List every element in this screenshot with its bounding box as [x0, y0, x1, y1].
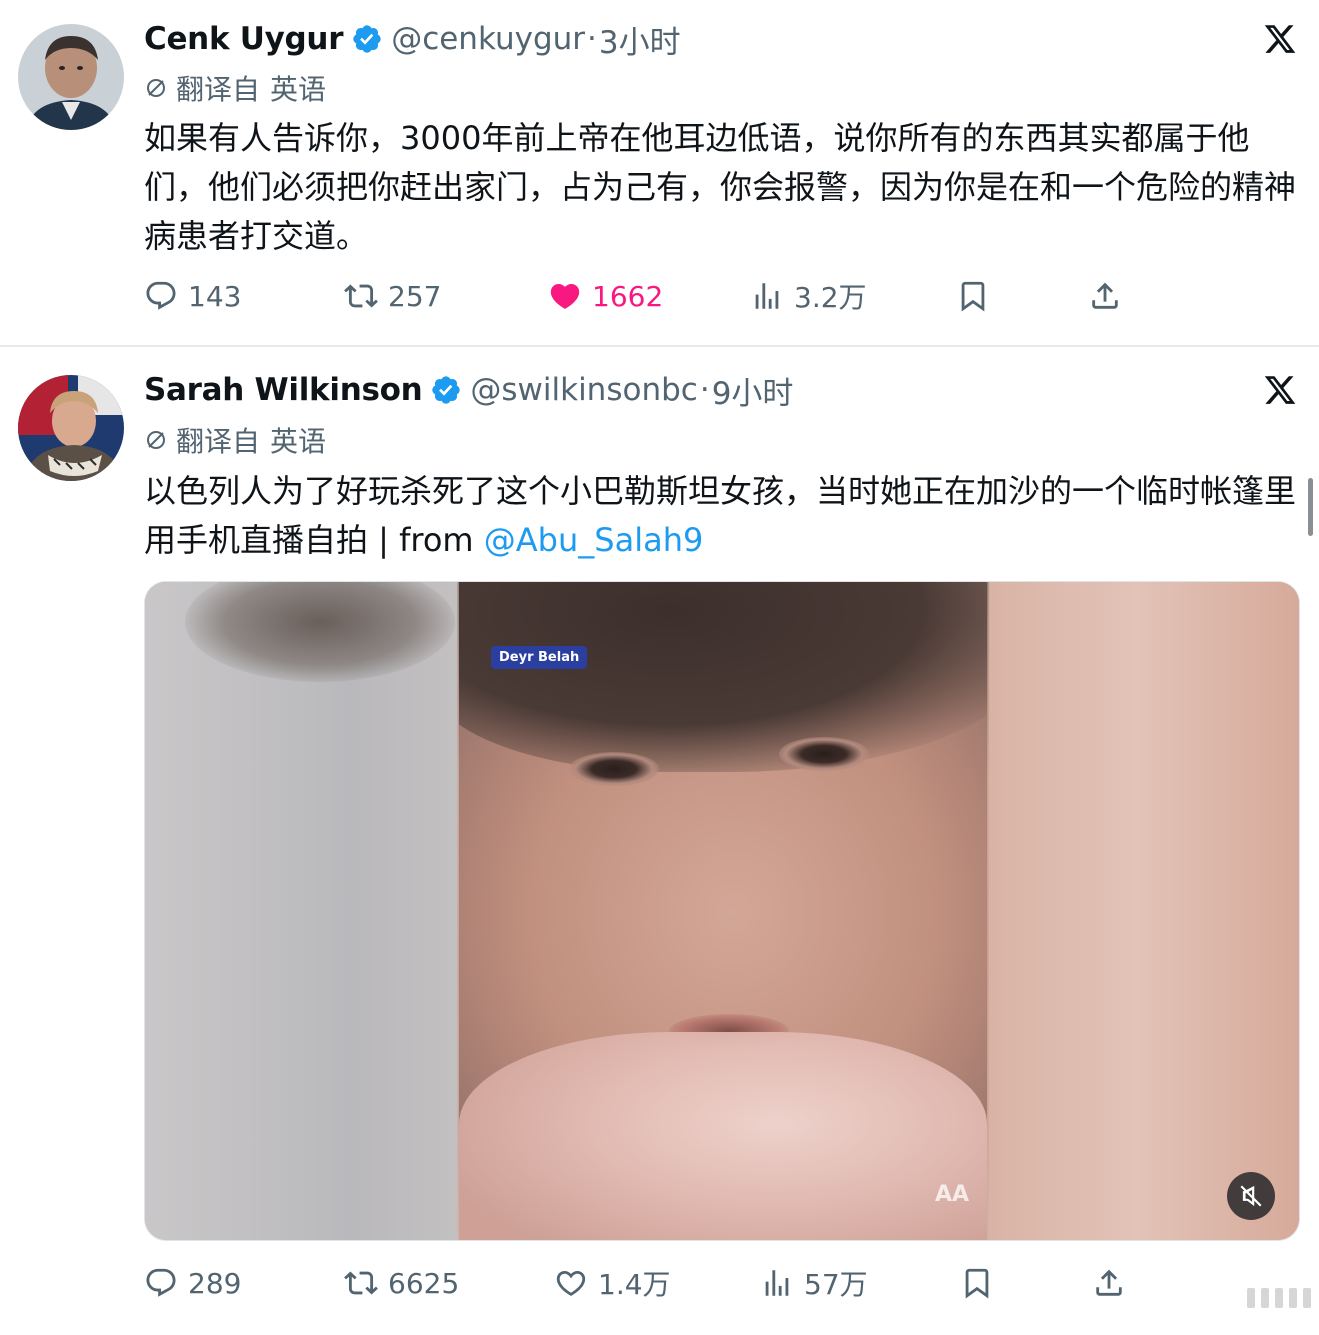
repost-icon	[344, 284, 378, 308]
translated-lang: 英语	[270, 73, 327, 106]
x-logo-icon	[1264, 25, 1296, 53]
timestamp[interactable]: 9小时	[712, 368, 794, 413]
views-icon	[765, 1270, 789, 1296]
verified-badge-icon	[432, 376, 461, 404]
location-tag: Deyr Belah	[491, 646, 588, 669]
repost-count: 257	[388, 279, 442, 313]
watermark-mark	[1289, 1288, 1297, 1308]
share-icon	[1092, 282, 1118, 309]
author-handle[interactable]: @cenkuygur	[391, 21, 585, 57]
tweet-header: Sarah Wilkinson @swilkinsonbc · 9小时	[144, 368, 794, 413]
scrollbar[interactable]	[1308, 478, 1313, 536]
like-count: 1662	[592, 279, 664, 313]
action-bar: 143 257 1662 3.2万	[144, 274, 1144, 318]
video-eye	[569, 752, 659, 786]
tweet-text: 如果有人告诉你，3000年前上帝在他耳边低语，说你所有的东西其实都属于他们，他们…	[144, 114, 1304, 261]
bookmark-button[interactable]	[956, 274, 1000, 318]
translated-from[interactable]: 翻译自 英语	[144, 70, 326, 106]
reply-count: 289	[188, 1266, 242, 1300]
tweet[interactable]: Cenk Uygur @cenkuygur · 3小时 翻译自 英语 如果有人告…	[0, 0, 1319, 345]
author-name[interactable]: Sarah Wilkinson	[144, 372, 423, 408]
mention-link[interactable]: @Abu_Salah9	[484, 521, 704, 559]
bookmark-button[interactable]	[960, 1261, 1004, 1305]
reply-button[interactable]: 143	[144, 274, 241, 318]
mute-icon	[1240, 1185, 1262, 1207]
separator-dot: ·	[699, 372, 710, 408]
watermark-logo	[1247, 1288, 1311, 1308]
share-button[interactable]	[1092, 1261, 1136, 1305]
video-watermark: AA	[935, 1182, 970, 1207]
repost-button[interactable]: 257	[344, 274, 441, 318]
tweet-text-content: 以色列人为了好玩杀死了这个小巴勒斯坦女孩，当时她正在加沙的一个临时帐篷里用手机直…	[144, 472, 1297, 559]
watermark-mark	[1261, 1288, 1269, 1308]
like-icon	[550, 283, 580, 309]
bookmark-icon	[961, 281, 985, 312]
avatar[interactable]	[18, 24, 124, 130]
author-handle[interactable]: @swilkinsonbc	[470, 372, 697, 408]
like-button[interactable]: 1.4万	[554, 1261, 671, 1305]
translate-icon	[147, 431, 165, 449]
author-name[interactable]: Cenk Uygur	[144, 21, 343, 57]
repost-count: 6625	[388, 1266, 460, 1300]
repost-icon	[344, 1271, 378, 1295]
video-hair	[459, 582, 987, 772]
share-button[interactable]	[1088, 274, 1132, 318]
video-eye	[779, 737, 869, 771]
video-player[interactable]: Deyr Belah AA	[144, 581, 1300, 1241]
views-button[interactable]: 3.2万	[750, 274, 867, 318]
translated-from[interactable]: 翻译自 英语	[144, 422, 326, 458]
video-hand	[459, 1032, 987, 1240]
avatar[interactable]	[18, 375, 124, 481]
bookmark-icon	[965, 1268, 989, 1299]
reply-button[interactable]: 289	[144, 1261, 241, 1305]
repost-button[interactable]: 6625	[344, 1261, 459, 1305]
reply-count: 143	[188, 279, 242, 313]
tweet-text-content: 如果有人告诉你，3000年前上帝在他耳边低语，说你所有的东西其实都属于他们，他们…	[144, 119, 1297, 255]
views-button[interactable]: 57万	[760, 1261, 868, 1305]
views-icon	[755, 283, 779, 309]
share-icon	[1096, 1269, 1122, 1296]
translated-label: 翻译自	[176, 425, 261, 458]
like-button[interactable]: 1662	[548, 274, 663, 318]
tweet-header: Cenk Uygur @cenkuygur · 3小时	[144, 17, 681, 62]
tweet[interactable]: Sarah Wilkinson @swilkinsonbc · 9小时 翻译自 …	[0, 347, 1319, 1335]
views-count: 3.2万	[794, 281, 867, 314]
timestamp[interactable]: 3小时	[599, 17, 681, 62]
reply-icon	[146, 1268, 176, 1297]
mute-button[interactable]	[1227, 1172, 1275, 1220]
translate-icon	[147, 79, 165, 97]
separator-dot: ·	[587, 21, 597, 57]
like-count: 1.4万	[598, 1268, 671, 1301]
watermark-mark	[1303, 1288, 1311, 1308]
translated-label: 翻译自	[176, 73, 261, 106]
x-logo-icon	[1264, 376, 1296, 404]
views-count: 57万	[804, 1268, 868, 1301]
verified-badge-icon	[353, 25, 381, 53]
tweet-text: 以色列人为了好玩杀死了这个小巴勒斯坦女孩，当时她正在加沙的一个临时帐篷里用手机直…	[144, 467, 1304, 565]
reply-icon	[146, 281, 176, 310]
translated-lang: 英语	[270, 425, 327, 458]
video-center-frame	[459, 582, 987, 1240]
like-icon	[556, 1270, 586, 1296]
watermark-mark	[1247, 1288, 1255, 1308]
action-bar: 289 6625 1.4万 57万	[144, 1261, 1144, 1305]
watermark-mark	[1275, 1288, 1283, 1308]
